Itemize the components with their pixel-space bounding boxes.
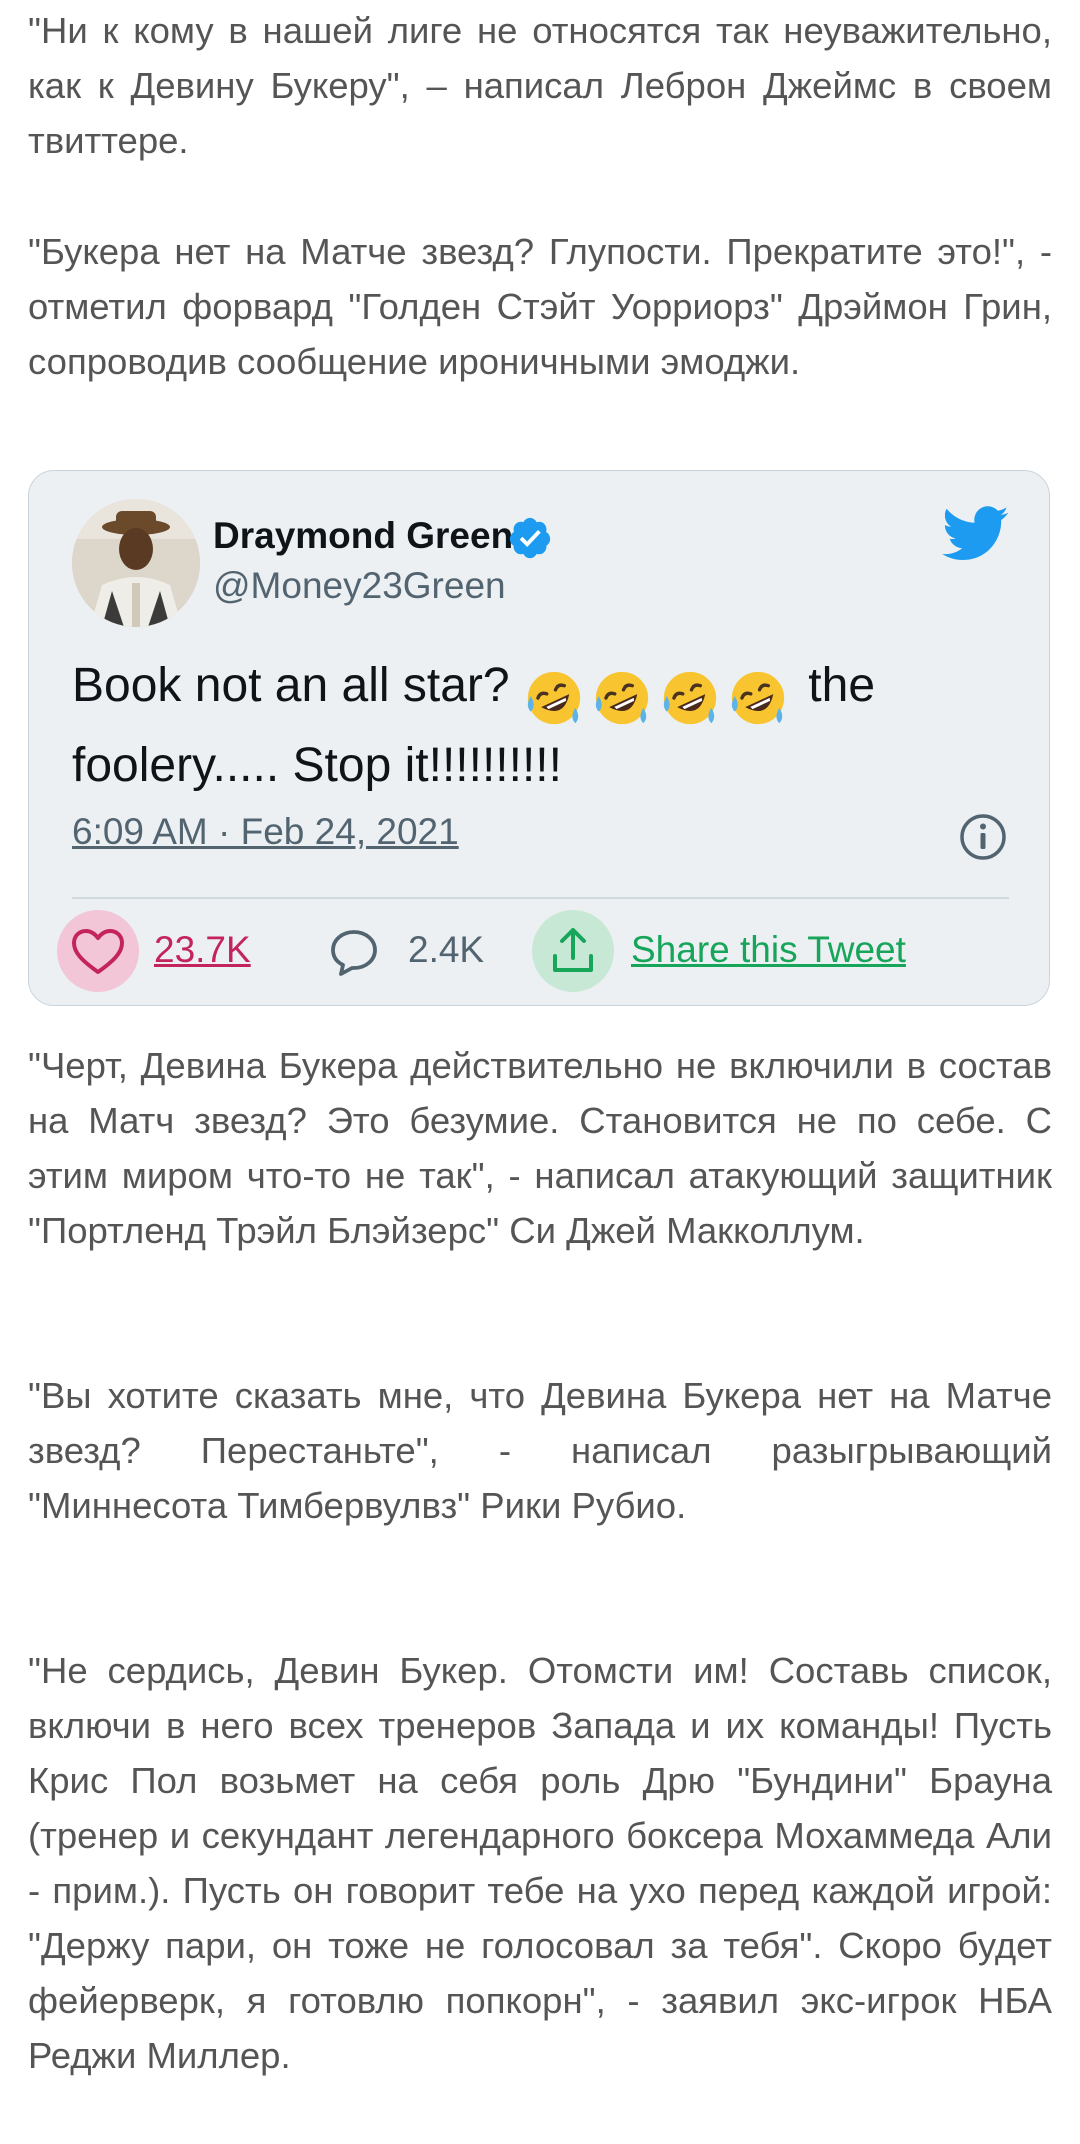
info-icon[interactable] bbox=[958, 812, 1008, 862]
article-paragraph: "Ни к кому в нашей лиге не относятся так… bbox=[28, 10, 1052, 161]
reply-count[interactable]: 2.4K bbox=[408, 929, 484, 971]
twitter-bird-icon[interactable] bbox=[942, 506, 1010, 562]
divider bbox=[72, 897, 1009, 899]
article-paragraph: "Вы хотите сказать мне, что Девина Букер… bbox=[28, 1375, 1052, 1526]
embedded-tweet-card[interactable]: Draymond Green @Money23Green Book not an… bbox=[28, 470, 1050, 1006]
avatar[interactable] bbox=[72, 499, 200, 627]
heart-icon bbox=[72, 929, 124, 974]
tweet-text: Book not an all star? the foolery..... S… bbox=[72, 651, 1002, 801]
share-button[interactable] bbox=[532, 910, 614, 992]
reply-bubble-icon[interactable] bbox=[328, 926, 380, 978]
article-paragraph: "Черт, Девина Букера действительно не вк… bbox=[28, 1045, 1052, 1251]
tweet-text-part: Book not an all star? bbox=[72, 659, 510, 712]
rolling-on-floor-laughing-icon bbox=[731, 672, 785, 725]
article-paragraph: "Не сердись, Девин Букер. Отомсти им! Со… bbox=[28, 1650, 1052, 2076]
tweet-handle[interactable]: @Money23Green bbox=[213, 565, 506, 607]
rolling-on-floor-laughing-icon bbox=[595, 672, 649, 725]
like-button[interactable] bbox=[57, 910, 139, 992]
rolling-on-floor-laughing-icon bbox=[527, 672, 581, 725]
rolling-on-floor-laughing-icon bbox=[663, 672, 717, 725]
tweet-timestamp-link[interactable]: 6:09 AM · Feb 24, 2021 bbox=[72, 811, 459, 853]
article-paragraph: "Букера нет на Матче звезд? Глупости. Пр… bbox=[28, 231, 1052, 382]
verified-badge-icon bbox=[509, 517, 551, 559]
article-page: "Ни к кому в нашей лиге не относятся так… bbox=[0, 0, 1080, 2144]
share-tweet-link[interactable]: Share this Tweet bbox=[631, 929, 906, 971]
tweet-author-name[interactable]: Draymond Green bbox=[213, 515, 513, 557]
share-upload-icon bbox=[553, 928, 593, 972]
avatar-photo-icon bbox=[72, 499, 200, 627]
like-count-link[interactable]: 23.7K bbox=[154, 929, 251, 971]
emoji-group bbox=[523, 661, 795, 731]
